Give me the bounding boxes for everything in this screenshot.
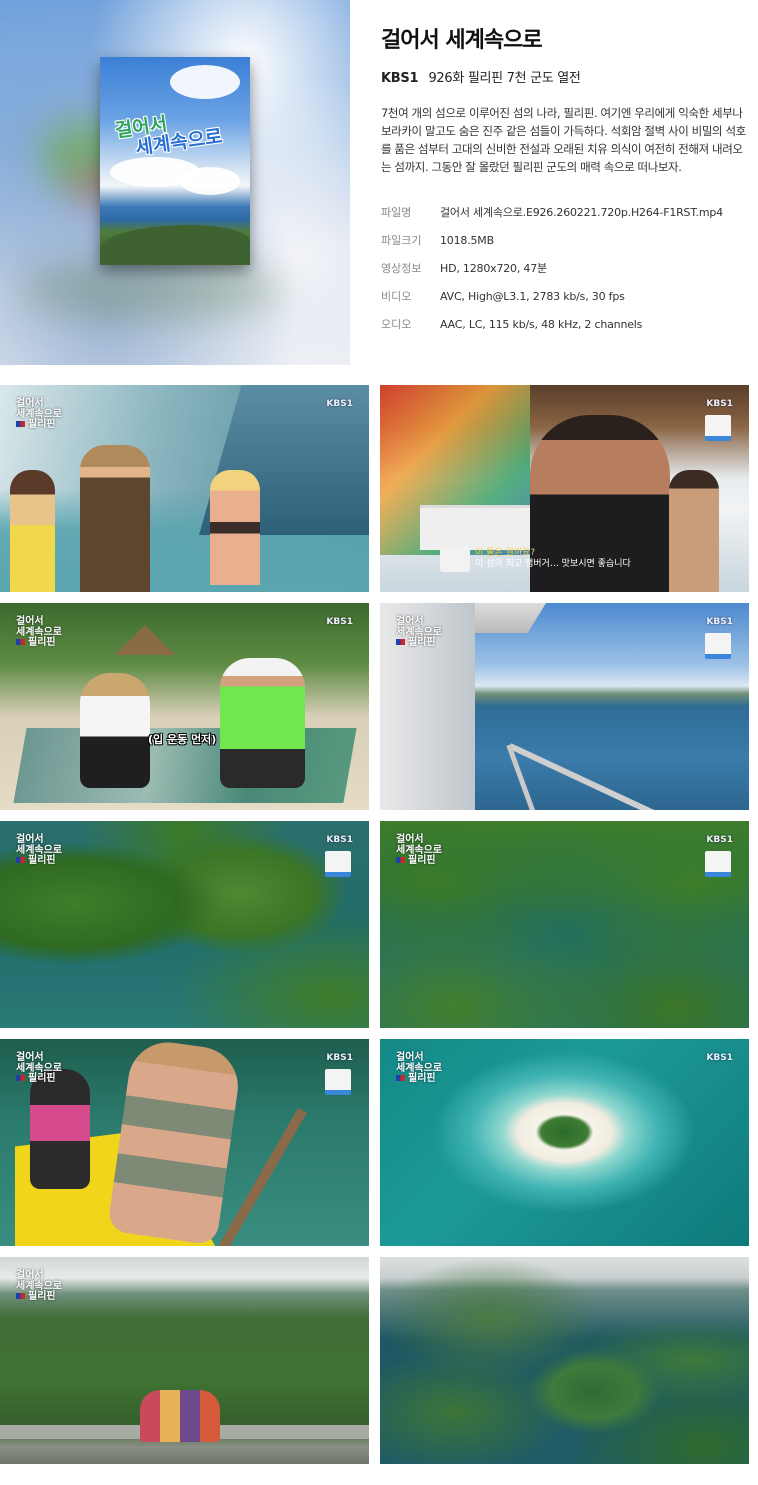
file-info-key: 파일명: [381, 206, 412, 219]
screenshot-6[interactable]: 걸어서 세계속으로 필리핀 KBS1: [380, 821, 749, 1028]
caption-text: (입 운동 먼저): [148, 733, 217, 746]
poster-logo: 걸어서 세계속으로: [114, 104, 248, 162]
screenshot-2[interactable]: KBS1 이 물은 뭘까요? 이 섬의 최고 램버거… 맛보시면 좋습니다: [380, 385, 749, 592]
file-info-key: 오디오: [381, 318, 412, 331]
broadcast-logo: 걸어서 세계속으로 필리핀: [16, 616, 62, 648]
file-info-table: 파일명 걸어서 세계속으로.E926.260221.720p.H264-F1RS…: [381, 198, 746, 338]
kbs-watermark: KBS1: [706, 399, 733, 409]
broadcast-logo: 걸어서 세계속으로 필리핀: [16, 834, 62, 866]
screenshot-3[interactable]: 걸어서 세계속으로 필리핀 KBS1 (입 운동 먼저): [0, 603, 369, 810]
file-info-key: 파일크기: [381, 234, 422, 247]
screenshot-4[interactable]: 걸어서 세계속으로 필리핀 KBS1: [380, 603, 749, 810]
broadcast-logo: 걸어서 세계속으로 필리핀: [16, 1270, 62, 1302]
program-badge-icon: [705, 633, 731, 659]
broadcast-logo: 걸어서 세계속으로 필리핀: [396, 616, 442, 648]
file-info-value: HD, 1280x720, 47분: [440, 262, 547, 275]
file-info-value: 1018.5MB: [440, 233, 494, 247]
screenshot-9[interactable]: 걸어서 세계속으로 필리핀: [0, 1257, 369, 1464]
file-info-row: 파일크기 1018.5MB: [381, 226, 746, 254]
program-badge-icon: [705, 851, 731, 877]
philippines-flag-icon: [16, 857, 25, 863]
broadcast-logo: 걸어서 세계속으로 필리핀: [396, 834, 442, 866]
program-poster[interactable]: 걸어서 세계속으로: [100, 57, 250, 265]
program-badge-icon: [705, 415, 731, 441]
program-header: 걸어서 세계속으로 걸어서 세계속으로 KBS1 926화 필리핀 7천 군도 …: [0, 0, 758, 365]
episode-title: 926화 필리핀 7천 군도 열전: [428, 71, 581, 86]
kbs-watermark: KBS1: [706, 617, 733, 627]
program-title: 걸어서 세계속으로: [381, 28, 543, 53]
episode-line: KBS1 926화 필리핀 7천 군도 열전: [381, 67, 746, 86]
program-info: 걸어서 세계속으로 KBS1 926화 필리핀 7천 군도 열전 7천여 개의 …: [381, 22, 746, 338]
file-info-key: 비디오: [381, 290, 412, 303]
screenshot-8[interactable]: 걸어서 세계속으로 필리핀 KBS1: [380, 1039, 749, 1246]
file-info-row: 영상정보 HD, 1280x720, 47분: [381, 254, 746, 282]
file-info-key: 영상정보: [381, 262, 422, 275]
kbs-watermark: KBS1: [706, 1053, 733, 1063]
broadcast-logo: 걸어서 세계속으로 필리핀: [16, 1052, 62, 1084]
screenshot-7[interactable]: 걸어서 세계속으로 필리핀 KBS1: [0, 1039, 369, 1246]
philippines-flag-icon: [396, 1075, 405, 1081]
philippines-flag-icon: [396, 857, 405, 863]
philippines-flag-icon: [16, 1293, 25, 1299]
kbs-watermark: KBS1: [326, 835, 353, 845]
file-info-row: 파일명 걸어서 세계속으로.E926.260221.720p.H264-F1RS…: [381, 198, 746, 226]
broadcast-logo: 걸어서 세계속으로 필리핀: [396, 1052, 442, 1084]
kbs-watermark: KBS1: [706, 835, 733, 845]
program-badge-icon: [325, 851, 351, 877]
file-info-row: 비디오 AVC, High@L3.1, 2783 kb/s, 30 fps: [381, 282, 746, 310]
channel-name: KBS1: [381, 71, 419, 86]
file-info-row: 오디오 AAC, LC, 115 kb/s, 48 kHz, 2 channel…: [381, 310, 746, 338]
file-info-value: AVC, High@L3.1, 2783 kb/s, 30 fps: [440, 289, 625, 303]
philippines-flag-icon: [16, 421, 25, 427]
philippines-flag-icon: [16, 639, 25, 645]
kbs-watermark: KBS1: [326, 617, 353, 627]
file-info-value: 걸어서 세계속으로.E926.260221.720p.H264-F1RST.mp…: [440, 206, 723, 219]
program-badge-icon: [325, 1069, 351, 1095]
subtitle-text: 이 물은 뭘까요? 이 섬의 최고 램버거… 맛보시면 좋습니다: [475, 547, 631, 569]
program-description: 7천여 개의 섬으로 이루어진 섬의 나라, 필리핀. 여기엔 우리에게 익숙한…: [381, 106, 746, 174]
file-info-value: AAC, LC, 115 kb/s, 48 kHz, 2 channels: [440, 317, 643, 331]
philippines-flag-icon: [396, 639, 405, 645]
screenshot-1[interactable]: 걸어서 세계속으로 필리핀 KBS1: [0, 385, 369, 592]
kbs-watermark: KBS1: [326, 1053, 353, 1063]
screenshot-5[interactable]: 걸어서 세계속으로 필리핀 KBS1: [0, 821, 369, 1028]
broadcast-logo: 걸어서 세계속으로 필리핀: [16, 398, 62, 430]
screenshot-10[interactable]: [380, 1257, 749, 1464]
philippines-flag-icon: [16, 1075, 25, 1081]
speaker-nametag: [440, 546, 470, 572]
kbs-watermark: KBS1: [326, 399, 353, 409]
